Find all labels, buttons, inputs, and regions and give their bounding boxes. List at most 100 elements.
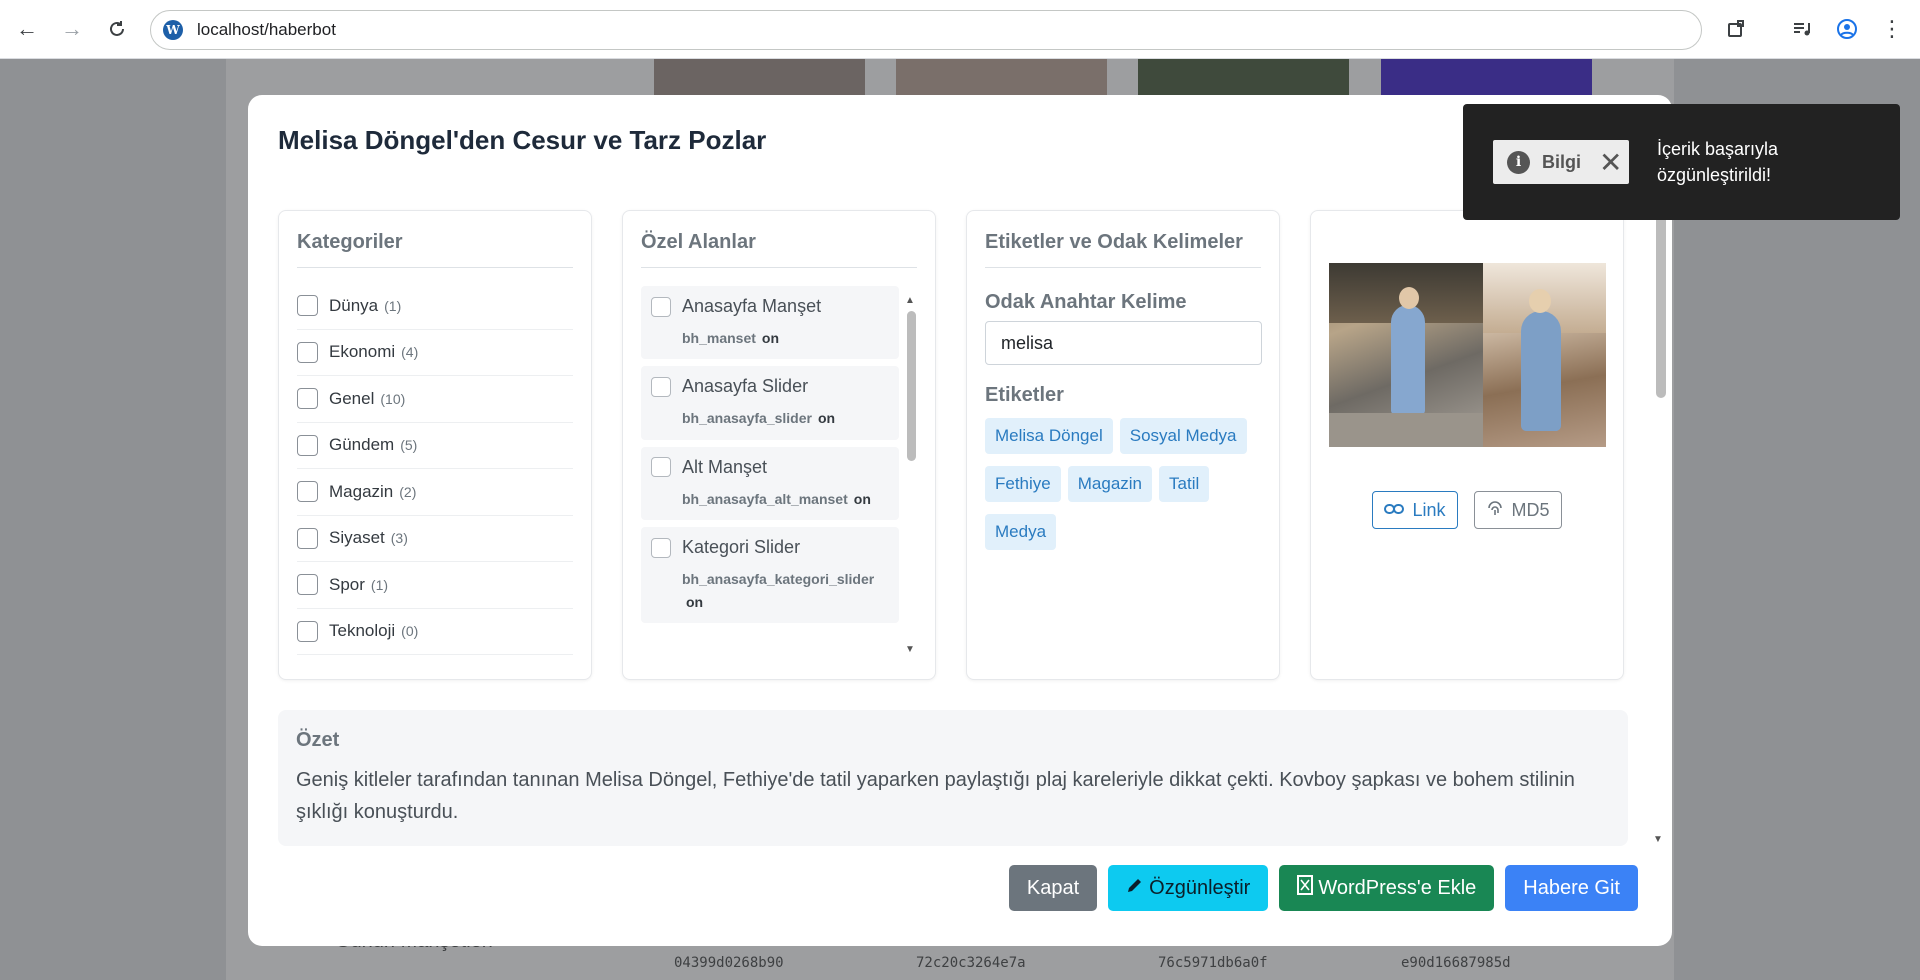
- custom-field-item[interactable]: Alt Manşet bh_anasayfa_alt_manset on: [641, 446, 899, 521]
- category-count: (4): [401, 344, 419, 361]
- modal-scrollbar[interactable]: ▲ ▼: [1653, 195, 1667, 845]
- address-bar[interactable]: W localhost/haberbot: [150, 10, 1702, 50]
- custom-field-item[interactable]: Kategori Slider bh_anasayfa_kategori_sli…: [641, 527, 899, 623]
- modal-title: Melisa Döngel'den Cesur ve Tarz Pozlar: [278, 125, 767, 155]
- forward-icon[interactable]: →: [54, 11, 90, 47]
- custom-field-label: Anasayfa Slider: [682, 376, 809, 397]
- custom-field-item[interactable]: Anasayfa Manşet bh_manset on: [641, 286, 899, 360]
- divider: [297, 267, 573, 268]
- category-item[interactable]: Spor (1): [297, 562, 573, 609]
- category-count: (2): [399, 483, 417, 500]
- back-icon[interactable]: ←: [9, 11, 45, 47]
- category-label: Ekonomi: [329, 342, 396, 362]
- tag-badge[interactable]: Melisa Döngel: [985, 418, 1113, 454]
- custom-field-key: bh_manset: [682, 330, 756, 346]
- url-text: localhost/haberbot: [197, 20, 336, 39]
- scroll-up-icon[interactable]: ▲: [905, 295, 915, 306]
- background-hash: 76c5971db6a0f: [1158, 955, 1268, 971]
- category-count: (1): [370, 576, 389, 593]
- tag-badge[interactable]: Fethiye: [985, 466, 1061, 502]
- category-checkbox[interactable]: [297, 620, 318, 642]
- md5-button[interactable]: MD5: [1473, 491, 1562, 529]
- custom-fields-panel: Özel Alanlar Anasayfa Manşet bh_manset on…: [622, 210, 936, 680]
- background-hash: 04399d0268b90: [674, 955, 784, 971]
- custom-field-checkbox[interactable]: [651, 296, 671, 317]
- category-checkbox[interactable]: [297, 481, 318, 503]
- link-icon: [1384, 500, 1405, 521]
- browser-toolbar: ← → W localhost/haberbot ⋮: [0, 0, 1920, 59]
- custom-fields-scrollbar[interactable]: ▲ ▼: [905, 295, 917, 655]
- custom-field-key: bh_anasayfa_kategori_slider: [682, 571, 875, 588]
- pencil-icon: [1126, 876, 1144, 900]
- category-checkbox[interactable]: [297, 295, 318, 317]
- wordpress-favicon-icon: W: [163, 20, 183, 40]
- custom-field-value: on: [686, 593, 704, 610]
- tags-list: Melisa Döngel Sosyal Medya Fethiye Magaz…: [985, 418, 1275, 550]
- wordpress-icon: [1297, 875, 1314, 901]
- focus-keyword-label: Odak Anahtar Kelime: [985, 291, 1187, 313]
- custom-field-checkbox[interactable]: [651, 537, 671, 558]
- category-checkbox[interactable]: [297, 388, 318, 410]
- add-to-wordpress-button[interactable]: WordPress'e Ekle: [1279, 865, 1495, 911]
- extensions-icon[interactable]: [1718, 11, 1754, 47]
- scrollbar-thumb[interactable]: [1656, 213, 1666, 398]
- custom-field-label: Alt Manşet: [682, 456, 768, 477]
- link-button-label: Link: [1412, 499, 1446, 520]
- close-button-label: Kapat: [1026, 876, 1080, 899]
- close-button[interactable]: Kapat: [1008, 865, 1098, 911]
- custom-fields-list[interactable]: Anasayfa Manşet bh_manset on Anasayfa Sli…: [641, 286, 899, 630]
- category-label: Teknoloji: [329, 621, 396, 641]
- tag-badge[interactable]: Sosyal Medya: [1119, 418, 1247, 454]
- category-checkbox[interactable]: [297, 434, 318, 456]
- category-item[interactable]: Gündem (5): [297, 423, 573, 469]
- image-panel: Link MD5: [1310, 210, 1624, 680]
- category-item[interactable]: Dünya (1): [297, 283, 573, 330]
- focus-keyword-input[interactable]: melisa: [985, 321, 1262, 365]
- custom-field-value: on: [853, 490, 871, 507]
- background-thumbnail: [1381, 59, 1592, 95]
- category-item[interactable]: Teknoloji (0): [297, 609, 573, 655]
- category-label: Siyaset: [329, 528, 385, 548]
- custom-field-label: Anasayfa Manşet: [682, 296, 822, 316]
- category-checkbox[interactable]: [297, 574, 318, 596]
- background-hash: e90d16687985d: [1401, 955, 1511, 971]
- category-item[interactable]: Ekonomi (4): [297, 330, 573, 376]
- tag-badge[interactable]: Medya: [985, 514, 1057, 550]
- custom-fields-title: Özel Alanlar: [641, 231, 756, 253]
- category-checkbox[interactable]: [297, 527, 318, 549]
- toast-close-icon[interactable]: ✕: [1599, 146, 1622, 179]
- category-count: (0): [401, 623, 419, 640]
- custom-field-checkbox[interactable]: [651, 457, 671, 478]
- category-item[interactable]: Genel (10): [297, 376, 573, 423]
- reload-icon[interactable]: [99, 11, 135, 47]
- scrollbar-thumb[interactable]: [907, 311, 916, 461]
- news-image: [1329, 263, 1606, 447]
- tags-panel: Etiketler ve Odak Kelimeler Odak Anahtar…: [966, 210, 1280, 680]
- category-item[interactable]: Magazin (2): [297, 469, 573, 516]
- category-count: (1): [384, 297, 402, 314]
- md5-button-label: MD5: [1511, 499, 1550, 520]
- tag-badge[interactable]: Magazin: [1067, 466, 1153, 502]
- news-detail-modal: Melisa Döngel'den Cesur ve Tarz Pozlar ✕…: [248, 95, 1680, 946]
- custom-field-item[interactable]: Anasayfa Slider bh_anasayfa_slider on: [641, 366, 899, 440]
- media-control-icon[interactable]: [1784, 11, 1820, 47]
- custom-field-key: bh_anasayfa_alt_manset: [682, 490, 848, 507]
- custom-field-checkbox[interactable]: [651, 376, 671, 397]
- category-count: (5): [400, 437, 418, 454]
- categories-list: Dünya (1) Ekonomi (4) Genel (10) Gündem (5) …: [297, 283, 573, 655]
- menu-kebab-icon[interactable]: ⋮: [1874, 11, 1910, 47]
- image-actions: Link MD5: [1311, 491, 1623, 529]
- profile-icon[interactable]: [1829, 11, 1865, 47]
- fingerprint-icon: [1486, 499, 1504, 522]
- link-button[interactable]: Link: [1372, 491, 1458, 529]
- scroll-down-icon[interactable]: ▼: [1653, 834, 1663, 845]
- go-to-news-button[interactable]: Habere Git: [1505, 865, 1638, 911]
- category-item[interactable]: Siyaset (3): [297, 516, 573, 562]
- category-label: Magazin: [329, 481, 394, 501]
- scroll-down-icon[interactable]: ▼: [905, 644, 915, 655]
- rewrite-button[interactable]: Özgünleştir: [1108, 865, 1269, 911]
- tag-badge[interactable]: Tatil: [1159, 466, 1210, 502]
- category-checkbox[interactable]: [297, 341, 318, 363]
- toast-message: İçerik başarıyla özgünleştirildi!: [1657, 139, 1779, 186]
- category-count: (10): [380, 390, 406, 407]
